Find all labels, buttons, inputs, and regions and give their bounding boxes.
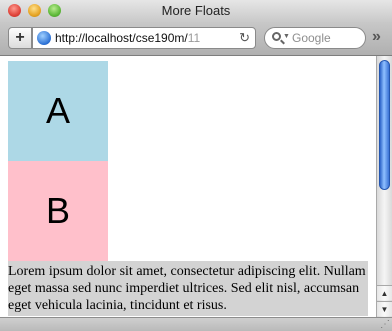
address-bar[interactable]: http://localhost/cse190m/11 ↻ <box>32 27 256 49</box>
reload-icon[interactable]: ↻ <box>239 30 250 46</box>
url-text: http://localhost/cse190m/11 <box>55 31 201 45</box>
lorem-paragraph: Lorem ipsum dolor sit amet, consectetur … <box>8 261 368 316</box>
add-bookmark-button[interactable]: + <box>8 27 32 49</box>
search-input[interactable]: ▼ Google <box>264 27 366 49</box>
toolbar-overflow-icon[interactable]: » <box>372 28 381 46</box>
search-icon <box>272 32 281 41</box>
search-placeholder: Google <box>292 31 331 45</box>
toolbar: + http://localhost/cse190m/11 ↻ ▼ Google… <box>0 22 392 56</box>
title-bar: More Floats <box>0 0 392 22</box>
globe-icon <box>37 31 51 45</box>
scrollbar-thumb[interactable] <box>379 60 390 190</box>
browser-window: More Floats + http://localhost/cse190m/1… <box>0 0 392 331</box>
float-box-a: A <box>8 61 108 161</box>
float-box-b: B <box>8 161 108 261</box>
chevron-down-icon[interactable]: ▼ <box>283 33 290 40</box>
resize-grip-icon[interactable]: ⋰ <box>380 319 390 330</box>
scroll-down-button[interactable]: ▼ <box>377 301 392 316</box>
page-content: A B Lorem ipsum dolor sit amet, consecte… <box>0 56 376 317</box>
status-bar: ⋰ <box>0 317 392 331</box>
vertical-scrollbar[interactable]: ▲ ▼ <box>376 56 392 317</box>
scroll-up-button[interactable]: ▲ <box>377 285 392 300</box>
window-title: More Floats <box>161 3 231 18</box>
